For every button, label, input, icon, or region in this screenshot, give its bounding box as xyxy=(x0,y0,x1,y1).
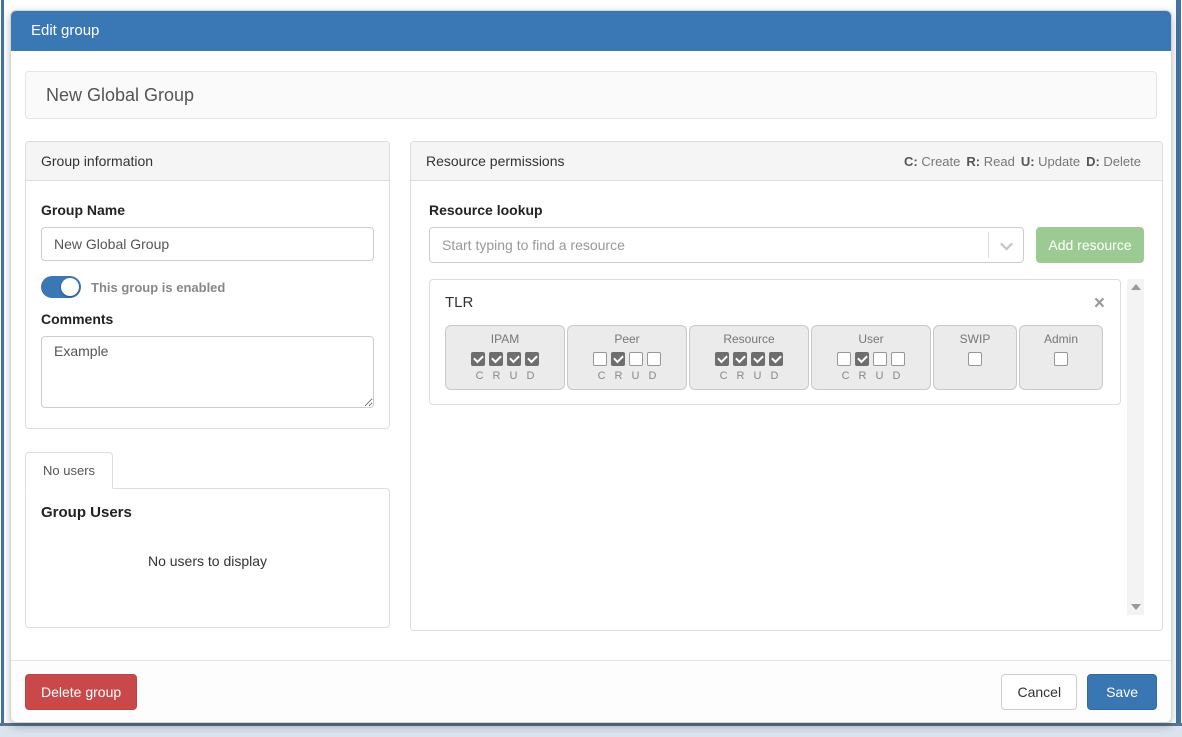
permission-section-label: Admin xyxy=(1022,332,1100,346)
checkbox-row xyxy=(1022,352,1100,366)
crud-letters: CRUD xyxy=(692,370,806,382)
delete-group-button[interactable]: Delete group xyxy=(25,674,137,710)
modal-footer: Delete group Cancel Save xyxy=(11,660,1171,722)
permission-checkbox-u-peer[interactable] xyxy=(629,352,643,366)
permission-section-label: Peer xyxy=(570,332,684,346)
group-information-title: Group information xyxy=(41,153,153,169)
permission-section-ipam: IPAM CRUD xyxy=(445,325,565,390)
permission-checkbox-d-user[interactable] xyxy=(891,352,905,366)
modal-columns: Group information Group Name This group … xyxy=(25,141,1157,631)
remove-resource-icon[interactable]: × xyxy=(1094,294,1105,313)
users-tabs-block: No users Group Users No users to display xyxy=(25,452,390,628)
group-name-input[interactable] xyxy=(41,227,374,261)
permission-checkbox-c-resource[interactable] xyxy=(715,352,729,366)
checkbox-row xyxy=(692,352,806,366)
permission-section-label: Resource xyxy=(692,332,806,346)
resource-lookup-row: Start typing to find a resource Add reso… xyxy=(429,227,1144,263)
crud-letters: CRUD xyxy=(570,370,684,382)
resource-list-scroll-area: TLR × IPAM CRUD Peer CRUD Resource CRUD User CR… xyxy=(429,279,1144,615)
permission-checkbox-u-ipam[interactable] xyxy=(507,352,521,366)
scroll-down-icon[interactable] xyxy=(1131,604,1141,610)
checkbox-row xyxy=(814,352,928,366)
comments-label: Comments xyxy=(41,311,374,327)
comments-textarea[interactable]: Example xyxy=(41,336,374,408)
permission-section-label: SWIP xyxy=(936,332,1014,346)
scrollbar[interactable] xyxy=(1127,279,1144,615)
permission-checkbox-c-peer[interactable] xyxy=(593,352,607,366)
permission-checkbox-r-user[interactable] xyxy=(855,352,869,366)
resource-lookup-placeholder: Start typing to find a resource xyxy=(430,237,988,253)
group-enabled-toggle[interactable] xyxy=(41,276,81,298)
resource-lookup-label: Resource lookup xyxy=(429,202,1144,218)
enabled-toggle-row: This group is enabled xyxy=(41,276,374,298)
permission-checkbox-d-ipam[interactable] xyxy=(525,352,539,366)
permission-section-label: IPAM xyxy=(448,332,562,346)
group-information-header: Group information xyxy=(26,142,389,181)
crud-letters: CRUD xyxy=(448,370,562,382)
modal-title: Edit group xyxy=(11,11,1171,51)
scroll-up-icon[interactable] xyxy=(1131,284,1141,290)
resource-name: TLR xyxy=(445,290,473,317)
permission-checkbox-r-ipam[interactable] xyxy=(489,352,503,366)
permission-checkbox-swip[interactable] xyxy=(968,352,982,366)
permission-section-peer: Peer CRUD xyxy=(567,325,687,390)
checkbox-row xyxy=(570,352,684,366)
resource-permissions-title: Resource permissions xyxy=(426,153,565,169)
no-users-message: No users to display xyxy=(41,553,374,569)
chevron-down-icon[interactable] xyxy=(989,241,1023,250)
resource-card-header: TLR × xyxy=(445,290,1105,317)
permission-checkbox-r-resource[interactable] xyxy=(733,352,747,366)
toggle-knob xyxy=(61,278,79,296)
resource-card: TLR × IPAM CRUD Peer CRUD Resource CRUD User CR… xyxy=(429,279,1121,405)
right-column: Resource permissions C: CreateR: ReadU: … xyxy=(410,141,1163,631)
group-information-panel: Group information Group Name This group … xyxy=(25,141,390,429)
group-users-panel: Group Users No users to display xyxy=(25,488,390,628)
permission-checkbox-d-resource[interactable] xyxy=(769,352,783,366)
permission-checkbox-c-ipam[interactable] xyxy=(471,352,485,366)
permission-checkbox-u-resource[interactable] xyxy=(751,352,765,366)
permission-checkbox-admin[interactable] xyxy=(1054,352,1068,366)
cancel-button[interactable]: Cancel xyxy=(1001,674,1077,710)
permission-checkbox-d-peer[interactable] xyxy=(647,352,661,366)
permission-sections: IPAM CRUD Peer CRUD Resource CRUD User CRUD SWIP… xyxy=(445,325,1105,390)
permission-section-swip: SWIP xyxy=(933,325,1017,390)
checkbox-row xyxy=(448,352,562,366)
page-edge-left xyxy=(1,0,4,737)
save-button[interactable]: Save xyxy=(1087,674,1157,710)
tab-no-users[interactable]: No users xyxy=(25,452,113,489)
page-bottom-band xyxy=(0,726,1182,737)
checkbox-row xyxy=(936,352,1014,366)
crud-legend: C: CreateR: ReadU: UpdateD: Delete xyxy=(904,154,1147,169)
resource-permissions-panel: Resource permissions C: CreateR: ReadU: … xyxy=(410,141,1163,631)
permission-section-resource: Resource CRUD xyxy=(689,325,809,390)
resource-permissions-header: Resource permissions C: CreateR: ReadU: … xyxy=(411,142,1162,181)
group-name-label: Group Name xyxy=(41,202,374,218)
add-resource-button[interactable]: Add resource xyxy=(1036,227,1144,263)
permission-checkbox-r-peer[interactable] xyxy=(611,352,625,366)
permission-section-label: User xyxy=(814,332,928,346)
permission-checkbox-u-user[interactable] xyxy=(873,352,887,366)
group-title-heading: New Global Group xyxy=(25,71,1157,119)
left-column: Group information Group Name This group … xyxy=(25,141,390,628)
permission-section-admin: Admin xyxy=(1019,325,1103,390)
edit-group-modal: Edit group New Global Group Group inform… xyxy=(10,10,1172,723)
permission-section-user: User CRUD xyxy=(811,325,931,390)
resource-permissions-body: Resource lookup Start typing to find a r… xyxy=(411,181,1162,630)
resource-lookup-input[interactable]: Start typing to find a resource xyxy=(429,227,1024,263)
permission-checkbox-c-user[interactable] xyxy=(837,352,851,366)
group-information-body: Group Name This group is enabled Comment… xyxy=(26,181,389,428)
page-edge-right xyxy=(1176,0,1181,737)
group-users-title: Group Users xyxy=(41,504,374,521)
enabled-toggle-label: This group is enabled xyxy=(91,280,225,295)
crud-letters: CRUD xyxy=(814,370,928,382)
